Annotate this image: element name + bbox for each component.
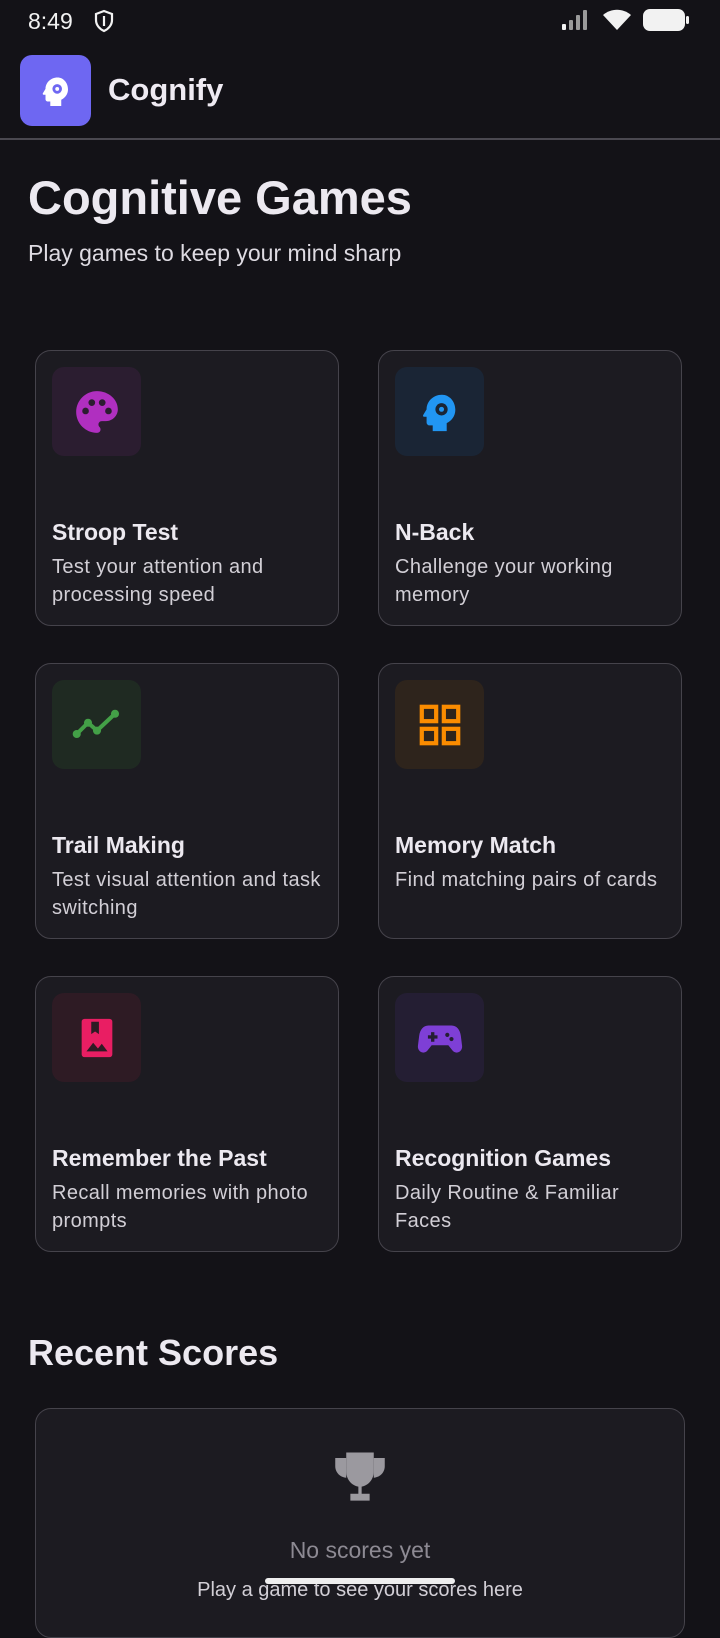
photo-album-icon (81, 1018, 112, 1057)
game-card-recognition-games[interactable]: Recognition Games Daily Routine & Famili… (378, 976, 682, 1252)
page-title: Cognitive Games (28, 171, 412, 224)
game-card-remember-the-past[interactable]: Remember the Past Recall memories with p… (35, 976, 339, 1252)
game-card-stroop-test[interactable]: Stroop Test Test your attention and proc… (35, 350, 339, 626)
game-description: Test visual attention and task switching (52, 869, 321, 919)
game-title: Stroop Test (52, 519, 179, 545)
gamepad-icon (417, 1025, 462, 1053)
game-card-memory-match[interactable]: Memory Match Find matching pairs of card… (378, 663, 682, 939)
timeline-icon (72, 709, 119, 738)
game-card-n-back[interactable]: N-Back Challenge your working memory (378, 350, 682, 626)
recent-scores-title: Recent Scores (28, 1332, 279, 1373)
game-description: Recall memories with photo prompts (52, 1182, 309, 1232)
game-title: Remember the Past (52, 1145, 267, 1171)
game-title: N-Back (395, 519, 475, 545)
empty-state-title: No scores yet (289, 1537, 431, 1563)
game-icon-box (52, 680, 141, 769)
wifi-icon (603, 9, 631, 30)
game-title: Memory Match (395, 832, 557, 858)
status-icons (560, 8, 690, 32)
psychology-icon (422, 394, 455, 431)
game-description: Test your attention and processing speed (52, 556, 264, 606)
game-description: Find matching pairs of cards (395, 869, 658, 891)
game-icon-box (395, 993, 484, 1082)
game-icon-box (395, 367, 484, 456)
page-subtitle: Play games to keep your mind sharp (28, 240, 402, 266)
palette-icon (75, 390, 118, 433)
game-icon-box (395, 680, 484, 769)
app-logo (20, 55, 91, 126)
game-description: Challenge your working memory (395, 556, 613, 606)
battery-icon (643, 9, 689, 31)
game-title: Recognition Games (395, 1145, 611, 1171)
shield-icon (94, 9, 114, 33)
trophy-icon (335, 1452, 385, 1501)
app-bar: Cognify (0, 44, 720, 140)
cellular-signal-icon (562, 10, 587, 30)
app-title: Cognify (108, 72, 224, 107)
game-title: Trail Making (52, 832, 185, 858)
game-card-trail-making[interactable]: Trail Making Test visual attention and t… (35, 663, 339, 939)
game-icon-box (52, 993, 141, 1082)
status-bar: 8:49 (0, 0, 720, 44)
status-time: 8:49 (28, 8, 73, 34)
home-indicator[interactable] (265, 1578, 455, 1584)
psychology-icon (42, 77, 68, 106)
recent-scores-card: No scores yet Play a game to see your sc… (35, 1408, 685, 1638)
grid-icon (419, 704, 460, 745)
game-description: Daily Routine & Familiar Faces (395, 1182, 620, 1232)
game-icon-box (52, 367, 141, 456)
